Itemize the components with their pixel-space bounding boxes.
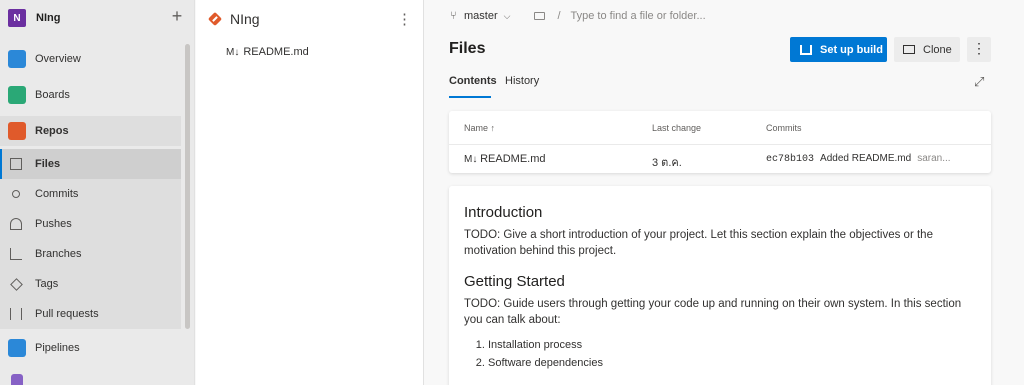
markdown-icon: M↓ [464,154,481,165]
table-row-name[interactable]: M↓ README.md [464,153,546,165]
tree-file-item[interactable]: M↓ README.md [226,46,309,58]
pull-request-icon [10,308,22,320]
branch-icon: ⑂ [450,10,457,22]
tree-file-name: README.md [243,46,309,58]
new-item-button[interactable]: + [168,7,186,26]
nav-item-label: Boards [35,89,70,101]
nav-item-boards[interactable]: Boards [0,80,181,110]
chevron-down-icon[interactable]: ⌵ [504,11,511,22]
column-header-commits: Commits [766,123,802,133]
nav-item-label: Files [35,158,61,170]
clone-button[interactable]: Clone [894,37,960,62]
markdown-icon: M↓ [226,47,240,58]
readme-heading-getting-started: Getting Started [464,273,565,290]
table-row-commit[interactable]: ec78b103 Added README.md saran... [766,153,951,165]
files-table: Name ↑ Last change Commits M↓ README.md … [449,111,991,173]
header-divider [449,144,991,145]
set-up-build-button[interactable]: Set up build [790,37,887,62]
nav-item-label: Branches [35,248,82,260]
more-options-icon[interactable]: ⋮ [397,10,412,28]
readme-list: Installation process Software dependenci… [464,336,976,372]
left-navigation: N NIng + Overview Boards Repos Files Com… [0,0,195,385]
repos-icon [8,122,26,140]
more-actions-button[interactable]: ⋮ [967,37,991,62]
nav-item-test-plans[interactable] [0,368,181,385]
table-row-last-change: 3 ต.ค. [652,157,682,169]
monitor-icon [903,45,915,54]
tab-active-indicator [449,96,491,98]
path-search-input[interactable]: Type to find a file or folder... [571,10,706,22]
boards-icon [8,86,26,104]
sort-ascending-icon: ↑ [490,123,496,133]
readme-paragraph-getting-started: TODO: Guide users through getting your c… [464,298,962,326]
branch-icon [10,248,22,260]
commit-icon [12,190,20,198]
nav-item-label: Pushes [35,218,72,230]
test-plans-icon [11,374,23,385]
page-title: Files [449,40,486,57]
repo-name: NIng [230,11,260,27]
nav-item-repos[interactable]: Repos [0,116,181,146]
branch-selector[interactable]: master [464,10,498,22]
tag-icon [10,277,23,291]
project-badge: N [8,9,26,27]
nav-item-label: Overview [35,53,81,65]
tab-history[interactable]: History [505,75,539,87]
nav-item-pipelines[interactable]: Pipelines [0,333,181,363]
nav-item-pushes[interactable]: Pushes [0,209,181,239]
push-icon [10,218,22,230]
nav-scrollbar[interactable] [185,44,190,329]
git-repo-icon [207,11,223,27]
expand-icon[interactable]: ⤢ [974,74,984,90]
nav-item-pull-requests[interactable]: Pull requests [0,299,181,329]
tab-contents[interactable]: Contents [449,75,497,87]
readme-preview: Introduction TODO: Give a short introduc… [449,186,991,385]
nav-item-label: Commits [35,188,79,200]
readme-paragraph-introduction: TODO: Give a short introduction of your … [464,229,933,257]
set-up-build-label: Set up build [820,43,883,56]
column-header-name[interactable]: Name ↑ [464,123,495,133]
pipelines-icon [8,339,26,357]
nav-item-label: Tags [35,278,59,290]
nav-item-branches[interactable]: Branches [0,239,181,269]
clone-label: Clone [923,43,952,56]
overview-icon [8,50,26,68]
list-item: Installation process [488,336,976,354]
nav-item-overview[interactable]: Overview [0,44,181,74]
breadcrumb: ⑂ master ⌵ / Type to find a file or fold… [450,10,706,22]
nav-item-tags[interactable]: Tags [0,269,181,299]
path-separator: / [557,10,561,22]
nav-item-label: Pull requests [35,308,99,320]
column-header-last-change: Last change [652,123,702,133]
nav-item-label: Pipelines [35,342,80,354]
build-icon [800,44,812,55]
project-header[interactable]: N NIng [0,0,194,36]
readme-heading-introduction: Introduction [464,204,543,221]
list-item: Software dependencies [488,354,976,372]
repo-selector[interactable]: NIng [207,11,260,27]
repo-tree-panel: NIng ⋮ M↓ README.md [196,0,424,385]
file-icon [10,158,22,170]
project-name[interactable]: NIng [36,12,60,24]
main-content: ⑂ master ⌵ / Type to find a file or fold… [425,0,1024,385]
nav-item-label: Repos [35,125,69,137]
nav-item-commits[interactable]: Commits [0,179,181,209]
nav-item-files[interactable]: Files [0,149,181,179]
commit-author: saran... [917,153,951,164]
folder-icon [534,12,546,20]
